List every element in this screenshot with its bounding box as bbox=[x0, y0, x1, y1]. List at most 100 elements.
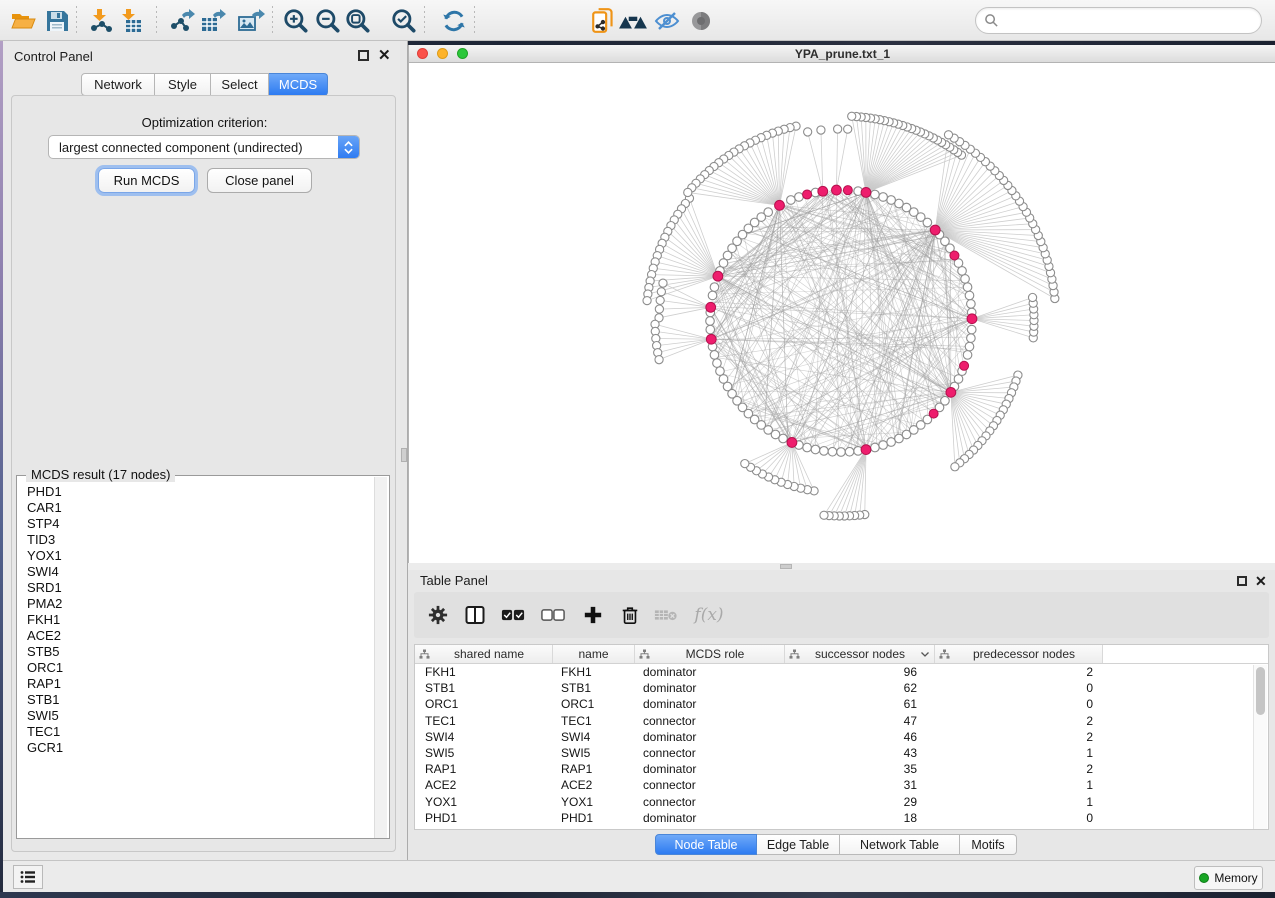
tab-style[interactable]: Style bbox=[155, 73, 211, 96]
zoom-in-icon[interactable] bbox=[280, 5, 312, 36]
hide-details-icon[interactable] bbox=[651, 5, 683, 36]
add-column-icon[interactable] bbox=[581, 603, 605, 627]
column-header-name[interactable]: name bbox=[553, 645, 635, 663]
table-cell: 43 bbox=[785, 746, 935, 760]
table-settings-icon[interactable] bbox=[426, 603, 450, 627]
task-history-button[interactable] bbox=[13, 865, 43, 889]
column-type-icon bbox=[639, 649, 650, 660]
desktop-wallpaper-bottom bbox=[0, 892, 1275, 898]
optimization-criterion-select[interactable]: largest connected component (undirected) bbox=[48, 135, 360, 159]
mcds-result-group: PHD1CAR1STP4TID3YOX1SWI4SRD1PMA2FKH1ACE2… bbox=[16, 475, 390, 839]
table-row[interactable]: TEC1TEC1connector472 bbox=[415, 713, 1268, 729]
table-cell: SWI4 bbox=[553, 730, 635, 744]
table-row[interactable]: RAP1RAP1dominator352 bbox=[415, 761, 1268, 777]
splitter-handle[interactable] bbox=[780, 564, 792, 569]
mcds-result-scrollbar[interactable] bbox=[374, 477, 387, 838]
import-table-icon[interactable] bbox=[115, 5, 147, 36]
run-mcds-button[interactable]: Run MCDS bbox=[98, 168, 195, 193]
table-scrollbar[interactable] bbox=[1253, 665, 1267, 829]
mcds-result-list[interactable]: PHD1CAR1STP4TID3YOX1SWI4SRD1PMA2FKH1ACE2… bbox=[27, 484, 379, 836]
search-network-icon[interactable] bbox=[617, 5, 649, 36]
table-row[interactable]: ACE2ACE2connector311 bbox=[415, 777, 1268, 793]
table-row[interactable]: ORC1ORC1dominator610 bbox=[415, 696, 1268, 712]
table-cell: PHD1 bbox=[415, 811, 553, 825]
float-panel-icon[interactable] bbox=[1237, 576, 1247, 586]
horizontal-splitter[interactable] bbox=[408, 563, 1275, 570]
zoom-out-icon[interactable] bbox=[312, 5, 344, 36]
table-panel: Table Panel ✕ f(x) shared namenameMCDS r… bbox=[408, 570, 1275, 860]
tab-motifs[interactable]: Motifs bbox=[960, 834, 1017, 855]
table-cell: 18 bbox=[785, 811, 935, 825]
table-cell: 47 bbox=[785, 714, 935, 728]
network-canvas[interactable] bbox=[409, 63, 1275, 563]
scrollbar-thumb[interactable] bbox=[1256, 667, 1265, 715]
table-cell: TEC1 bbox=[553, 714, 635, 728]
network-search-box bbox=[975, 7, 1262, 34]
mcds-node bbox=[775, 200, 785, 210]
table-row[interactable]: SWI4SWI4dominator462 bbox=[415, 729, 1268, 745]
tab-node-table[interactable]: Node Table bbox=[655, 834, 757, 855]
mcds-node bbox=[929, 409, 938, 418]
table-cell: ORC1 bbox=[553, 697, 635, 711]
mcds-result-item: ACE2 bbox=[27, 628, 379, 644]
column-type-icon bbox=[939, 649, 950, 660]
optimization-criterion-value: largest connected component (undirected) bbox=[49, 140, 338, 155]
export-image-icon[interactable] bbox=[235, 5, 267, 36]
table-row[interactable]: FKH1FKH1dominator962 bbox=[415, 664, 1268, 680]
mcds-node bbox=[946, 387, 956, 397]
network-graph[interactable] bbox=[409, 63, 1275, 563]
save-session-icon[interactable] bbox=[41, 5, 73, 36]
deselect-all-rows-icon[interactable] bbox=[541, 603, 565, 627]
close-panel-icon[interactable]: ✕ bbox=[1255, 573, 1267, 590]
export-table-icon[interactable] bbox=[197, 5, 229, 36]
table-cell: 2 bbox=[935, 730, 1103, 744]
table-cell: SWI4 bbox=[415, 730, 553, 744]
table-cell: YOX1 bbox=[553, 795, 635, 809]
table-row[interactable]: SWI5SWI5connector431 bbox=[415, 745, 1268, 761]
export-network-icon[interactable] bbox=[166, 5, 198, 36]
open-session-icon[interactable] bbox=[7, 5, 39, 36]
column-header-predecessor-nodes[interactable]: predecessor nodes bbox=[935, 645, 1103, 663]
table-row[interactable]: STB1STB1dominator620 bbox=[415, 680, 1268, 696]
optimization-criterion-label: Optimization criterion: bbox=[12, 115, 397, 130]
mcds-node bbox=[930, 225, 940, 235]
mcds-node bbox=[818, 186, 828, 196]
tab-mcds[interactable]: MCDS bbox=[269, 73, 328, 96]
close-panel-button[interactable]: Close panel bbox=[207, 168, 312, 193]
network-title: YPA_prune.txt_1 bbox=[409, 47, 1275, 61]
column-header-successor-nodes[interactable]: successor nodes bbox=[785, 645, 935, 663]
mcds-result-item: TEC1 bbox=[27, 724, 379, 740]
splitter-handle[interactable] bbox=[401, 448, 407, 462]
select-all-rows-icon[interactable] bbox=[501, 603, 525, 627]
table-row[interactable]: YOX1YOX1connector291 bbox=[415, 794, 1268, 810]
refresh-layout-icon[interactable] bbox=[438, 5, 470, 36]
table-cell: ORC1 bbox=[415, 697, 553, 711]
close-panel-icon[interactable]: ✕ bbox=[378, 46, 391, 64]
search-input[interactable] bbox=[999, 11, 1261, 31]
table-cell: connector bbox=[635, 778, 785, 792]
share-document-icon[interactable] bbox=[588, 5, 620, 36]
delete-column-icon[interactable] bbox=[618, 603, 642, 627]
column-header-MCDS-role[interactable]: MCDS role bbox=[635, 645, 785, 663]
memory-button[interactable]: Memory bbox=[1194, 866, 1263, 890]
table-cell: 35 bbox=[785, 762, 935, 776]
mcds-node bbox=[861, 445, 871, 455]
control-panel-title: Control Panel bbox=[14, 49, 93, 64]
float-panel-icon[interactable] bbox=[358, 50, 369, 61]
column-type-icon bbox=[789, 649, 800, 660]
tab-network[interactable]: Network bbox=[81, 73, 155, 96]
column-header-shared-name[interactable]: shared name bbox=[415, 645, 553, 663]
tab-select[interactable]: Select bbox=[211, 73, 269, 96]
show-details-icon[interactable] bbox=[685, 5, 717, 36]
tab-network-table[interactable]: Network Table bbox=[840, 834, 960, 855]
table-row[interactable]: PHD1PHD1dominator180 bbox=[415, 810, 1268, 826]
table-panel-mode-icon[interactable] bbox=[463, 603, 487, 627]
table-tabs: Node TableEdge TableNetwork TableMotifs bbox=[655, 834, 1017, 855]
table-cell: RAP1 bbox=[553, 762, 635, 776]
zoom-selected-icon[interactable] bbox=[388, 5, 420, 36]
vertical-splitter[interactable] bbox=[400, 41, 408, 860]
table-panel-title: Table Panel bbox=[420, 573, 488, 588]
zoom-fit-icon[interactable] bbox=[342, 5, 374, 36]
import-network-icon[interactable] bbox=[85, 5, 117, 36]
tab-edge-table[interactable]: Edge Table bbox=[757, 834, 840, 855]
